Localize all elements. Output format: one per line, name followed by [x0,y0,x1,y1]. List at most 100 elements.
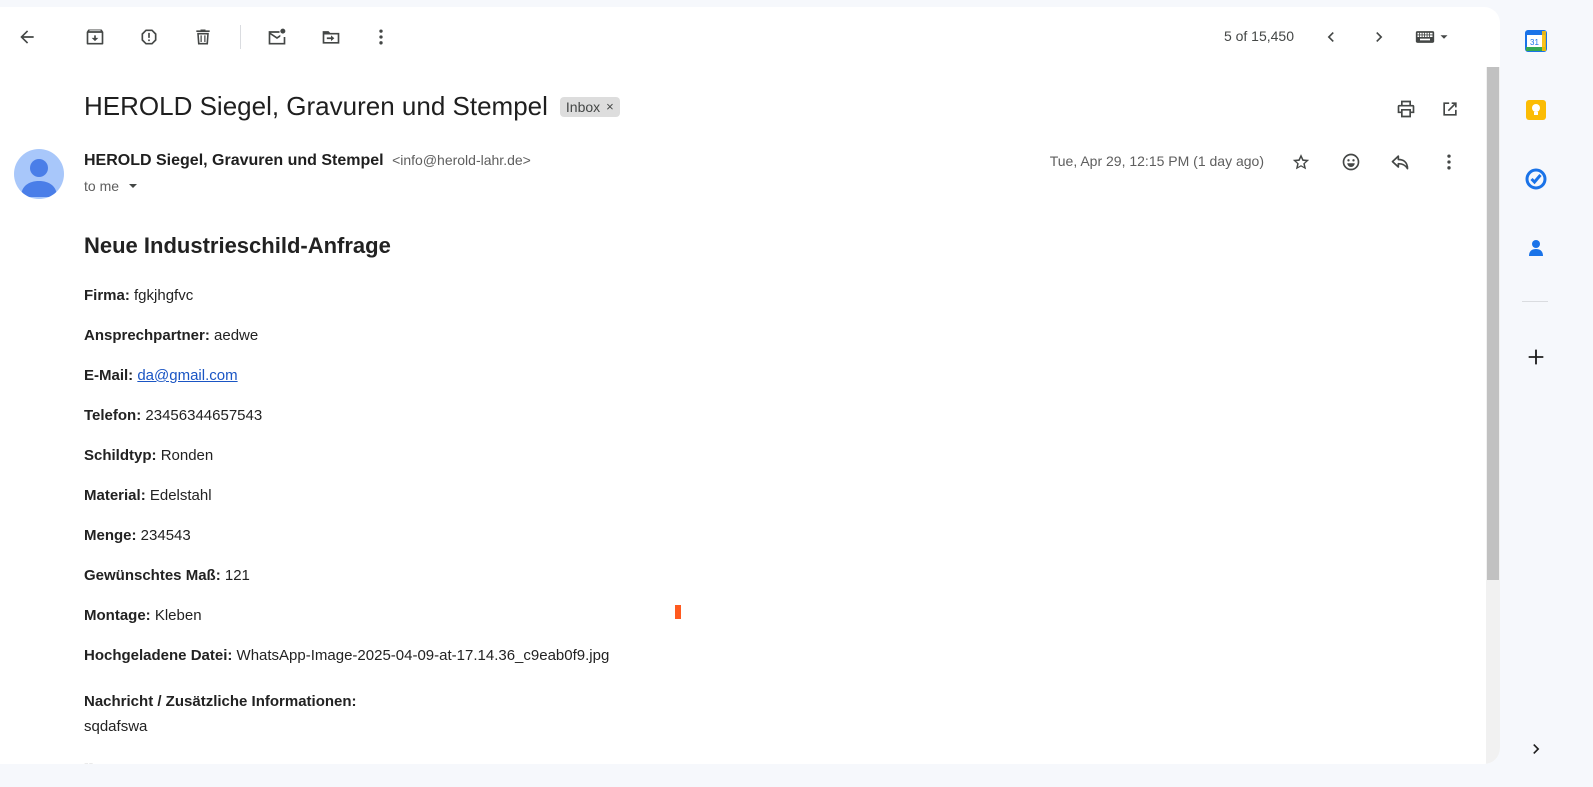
move-to-button[interactable] [311,17,351,57]
signature-separator: -- [84,755,94,764]
sender-line: HEROLD Siegel, Gravuren und Stempel <inf… [84,152,531,170]
field-value: 234543 [140,527,191,544]
field-label: Material: [84,487,146,504]
mark-unread-button[interactable] [257,17,297,57]
scrollbar-thumb[interactable] [1487,67,1499,580]
add-icon [1528,349,1544,365]
body-heading: Neue Industrieschild-Anfrage [84,233,391,258]
inbox-label-chip[interactable]: Inbox × [559,96,620,117]
field-value: 121 [224,567,250,584]
expand-icon [1533,744,1540,754]
email-date: Tue, Apr 29, 12:15 PM (1 day ago) [1049,153,1264,169]
open-new-window-button[interactable] [1432,91,1468,127]
sender-name[interactable]: HEROLD Siegel, Gravuren und Stempel [84,152,384,169]
field-label: Telefon: [84,407,142,424]
calendar-day-number: 31 [1530,38,1539,47]
person-avatar-icon [21,159,57,197]
delete-icon [196,29,210,45]
dropdown-arrow-icon [1440,35,1448,39]
open-in-new-icon [1443,102,1457,116]
email-body: Neue Industrieschild-Anfrage Firma: fgkj… [84,227,1284,764]
side-panel-separator [1522,301,1548,302]
field-label: Menge: [84,527,137,544]
email-link[interactable]: da@gmail.com [137,367,237,384]
message-text: sqdafswa [84,718,148,735]
show-side-panel-button[interactable] [1522,735,1550,763]
tasks-app-button[interactable] [1522,165,1550,193]
add-reaction-button[interactable] [1333,144,1369,180]
report-spam-button[interactable] [129,17,169,57]
calendar-app-button[interactable]: 31 [1522,27,1550,55]
field-schildtyp: Schildtyp: Ronden [84,447,213,464]
emoji-icon [1342,153,1360,171]
chevron-right-icon [1376,32,1383,42]
email-view: 5 of 15,450 HEROLD Siegel, Gravuren und … [0,7,1500,764]
toolbar: 5 of 15,450 [0,7,1500,67]
field-value: Edelstahl [149,487,212,504]
get-addons-button[interactable] [1522,343,1550,371]
back-arrow-icon [20,30,34,44]
star-button[interactable] [1283,144,1319,180]
delete-button[interactable] [183,17,223,57]
recipient-details-toggle[interactable]: to me [84,178,141,194]
email-subject-row: HEROLD Siegel, Gravuren und Stempel Inbo… [84,91,620,122]
field-label: Montage: [84,607,151,624]
field-value: WhatsApp-Image-2025-04-09-at-17.14.36_c9… [236,647,610,664]
field-label: Hochgeladene Datei: [84,647,233,664]
scrollbar[interactable] [1486,67,1500,764]
keyboard-icon [1415,31,1435,43]
tasks-icon [1525,168,1547,190]
calendar-icon: 31 [1525,30,1547,52]
field-material: Material: Edelstahl [84,487,212,504]
field-label: Gewünschtes Maß: [84,567,221,584]
chevron-left-icon [1327,32,1334,42]
message-label: Nachricht / Zusätzliche Informationen: [84,693,357,710]
archive-button[interactable] [75,17,115,57]
field-value: aedwe [214,327,259,344]
cursor-marker [675,605,681,619]
keep-icon [1526,100,1546,120]
dropdown-arrow-icon [129,184,138,188]
reply-icon [1391,155,1409,170]
field-label: Ansprechpartner: [84,327,210,344]
label-chip-text: Inbox [565,98,601,115]
more-options-button[interactable] [361,17,401,57]
input-tools-button[interactable] [1408,17,1456,57]
field-email: E-Mail: da@gmail.com [84,367,238,384]
field-datei: Hochgeladene Datei: WhatsApp-Image-2025-… [84,647,609,664]
back-button[interactable] [7,17,47,57]
field-ansprechpartner: Ansprechpartner: aedwe [84,327,258,344]
print-icon [1397,100,1415,118]
field-label: E-Mail: [84,367,134,384]
remove-label-icon[interactable]: × [606,99,614,114]
field-value: fgkjhgfvc [134,287,194,304]
archive-icon [86,29,104,45]
field-menge: Menge: 234543 [84,527,191,544]
more-vert-icon [379,29,383,45]
move-to-icon [322,31,340,44]
field-firma: Firma: fgkjhgfvc [84,287,193,304]
field-label: Firma: [84,287,130,304]
report-spam-icon [141,29,157,45]
reply-button[interactable] [1382,144,1418,180]
field-telefon: Telefon: 23456344657543 [84,407,262,424]
field-montage: Montage: Kleben [84,607,202,624]
toolbar-separator [240,25,241,49]
field-value: 23456344657543 [145,407,263,424]
star-icon [1292,154,1310,170]
contacts-icon [1529,240,1543,256]
newer-button[interactable] [1311,17,1351,57]
field-masse: Gewünschtes Maß: 121 [84,567,250,584]
more-vert-icon [1447,154,1451,170]
pager-count: 5 of 15,450 [1223,28,1294,44]
field-value: Kleben [154,607,202,624]
print-all-button[interactable] [1388,91,1424,127]
sender-avatar[interactable] [14,149,64,199]
mark-unread-icon [268,28,286,45]
older-button[interactable] [1359,17,1399,57]
message-more-button[interactable] [1431,144,1467,180]
keep-app-button[interactable] [1522,96,1550,124]
sender-email: <info@herold-lahr.de> [392,152,531,168]
contacts-app-button[interactable] [1522,234,1550,262]
field-label: Schildtyp: [84,447,157,464]
